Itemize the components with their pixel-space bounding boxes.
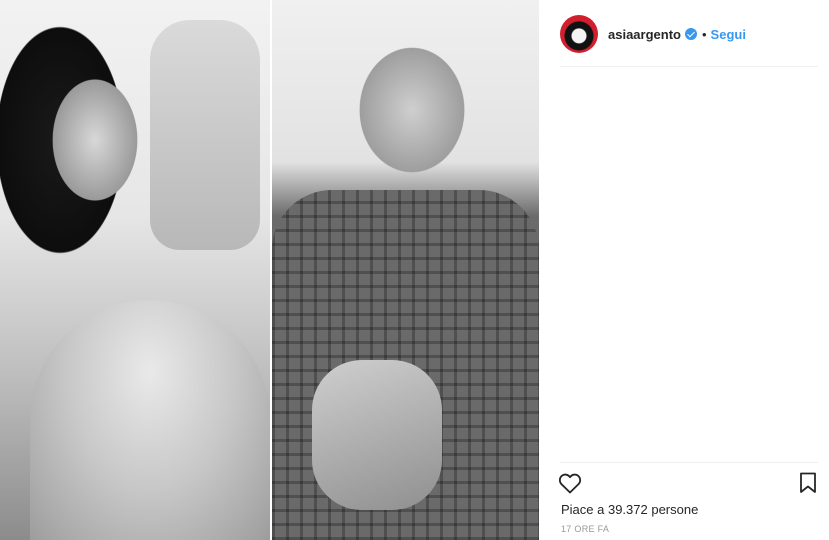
likes-count[interactable]: Piace a 39.372 persone bbox=[561, 502, 698, 517]
actions-divider bbox=[560, 462, 818, 463]
post-photo[interactable] bbox=[0, 0, 539, 540]
post-header: asiaargento • Segui bbox=[560, 12, 818, 56]
photo-right-hand bbox=[312, 360, 442, 510]
photo-left-panel bbox=[0, 0, 270, 540]
photo-left-robe bbox=[30, 300, 270, 540]
header-divider bbox=[560, 66, 818, 67]
heart-icon[interactable] bbox=[558, 472, 582, 494]
separator-dot: • bbox=[701, 26, 707, 42]
photo-right-panel bbox=[272, 0, 539, 540]
photo-left-hand bbox=[150, 20, 260, 250]
username[interactable]: asiaargento bbox=[608, 27, 681, 42]
follow-button[interactable]: Segui bbox=[711, 27, 746, 42]
post-timestamp: 17 ORE FA bbox=[561, 524, 610, 534]
verified-badge-icon bbox=[684, 28, 697, 40]
bookmark-icon[interactable] bbox=[799, 472, 817, 494]
avatar[interactable] bbox=[560, 15, 598, 53]
